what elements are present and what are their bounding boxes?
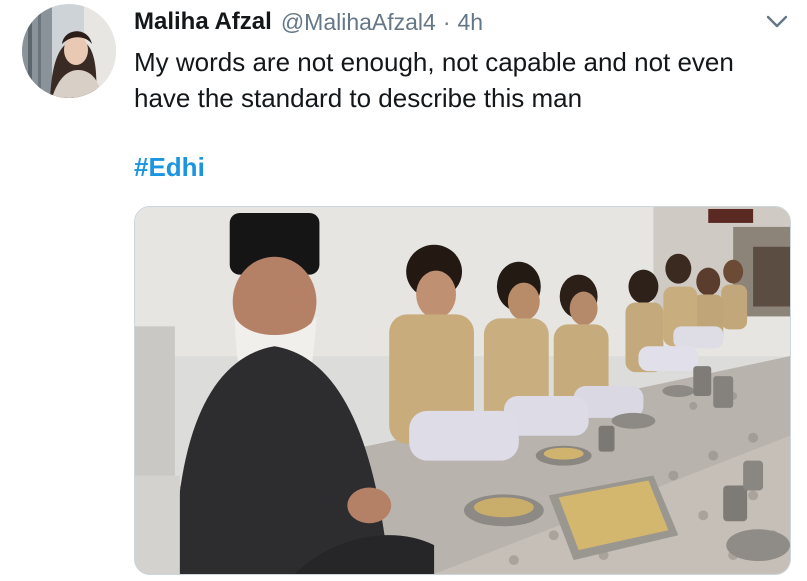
tweet[interactable]: Maliha Afzal @MalihaAfzal4 · 4h My words…: [0, 0, 807, 581]
separator-dot: ·: [442, 8, 451, 35]
chevron-down-icon[interactable]: [765, 10, 789, 32]
user-handle[interactable]: @MalihaAfzal4: [281, 9, 436, 36]
display-name[interactable]: Maliha Afzal: [134, 8, 272, 36]
avatar[interactable]: [22, 4, 116, 98]
tweet-header: Maliha Afzal @MalihaAfzal4 · 4h: [134, 6, 787, 38]
timestamp[interactable]: 4h: [458, 9, 484, 36]
avatar-image: [22, 4, 116, 98]
tweet-photo[interactable]: [134, 206, 791, 575]
photo-image: [135, 207, 790, 574]
hashtag-link[interactable]: #Edhi: [134, 152, 205, 183]
tweet-text: My words are not enough, not capable and…: [134, 47, 734, 113]
